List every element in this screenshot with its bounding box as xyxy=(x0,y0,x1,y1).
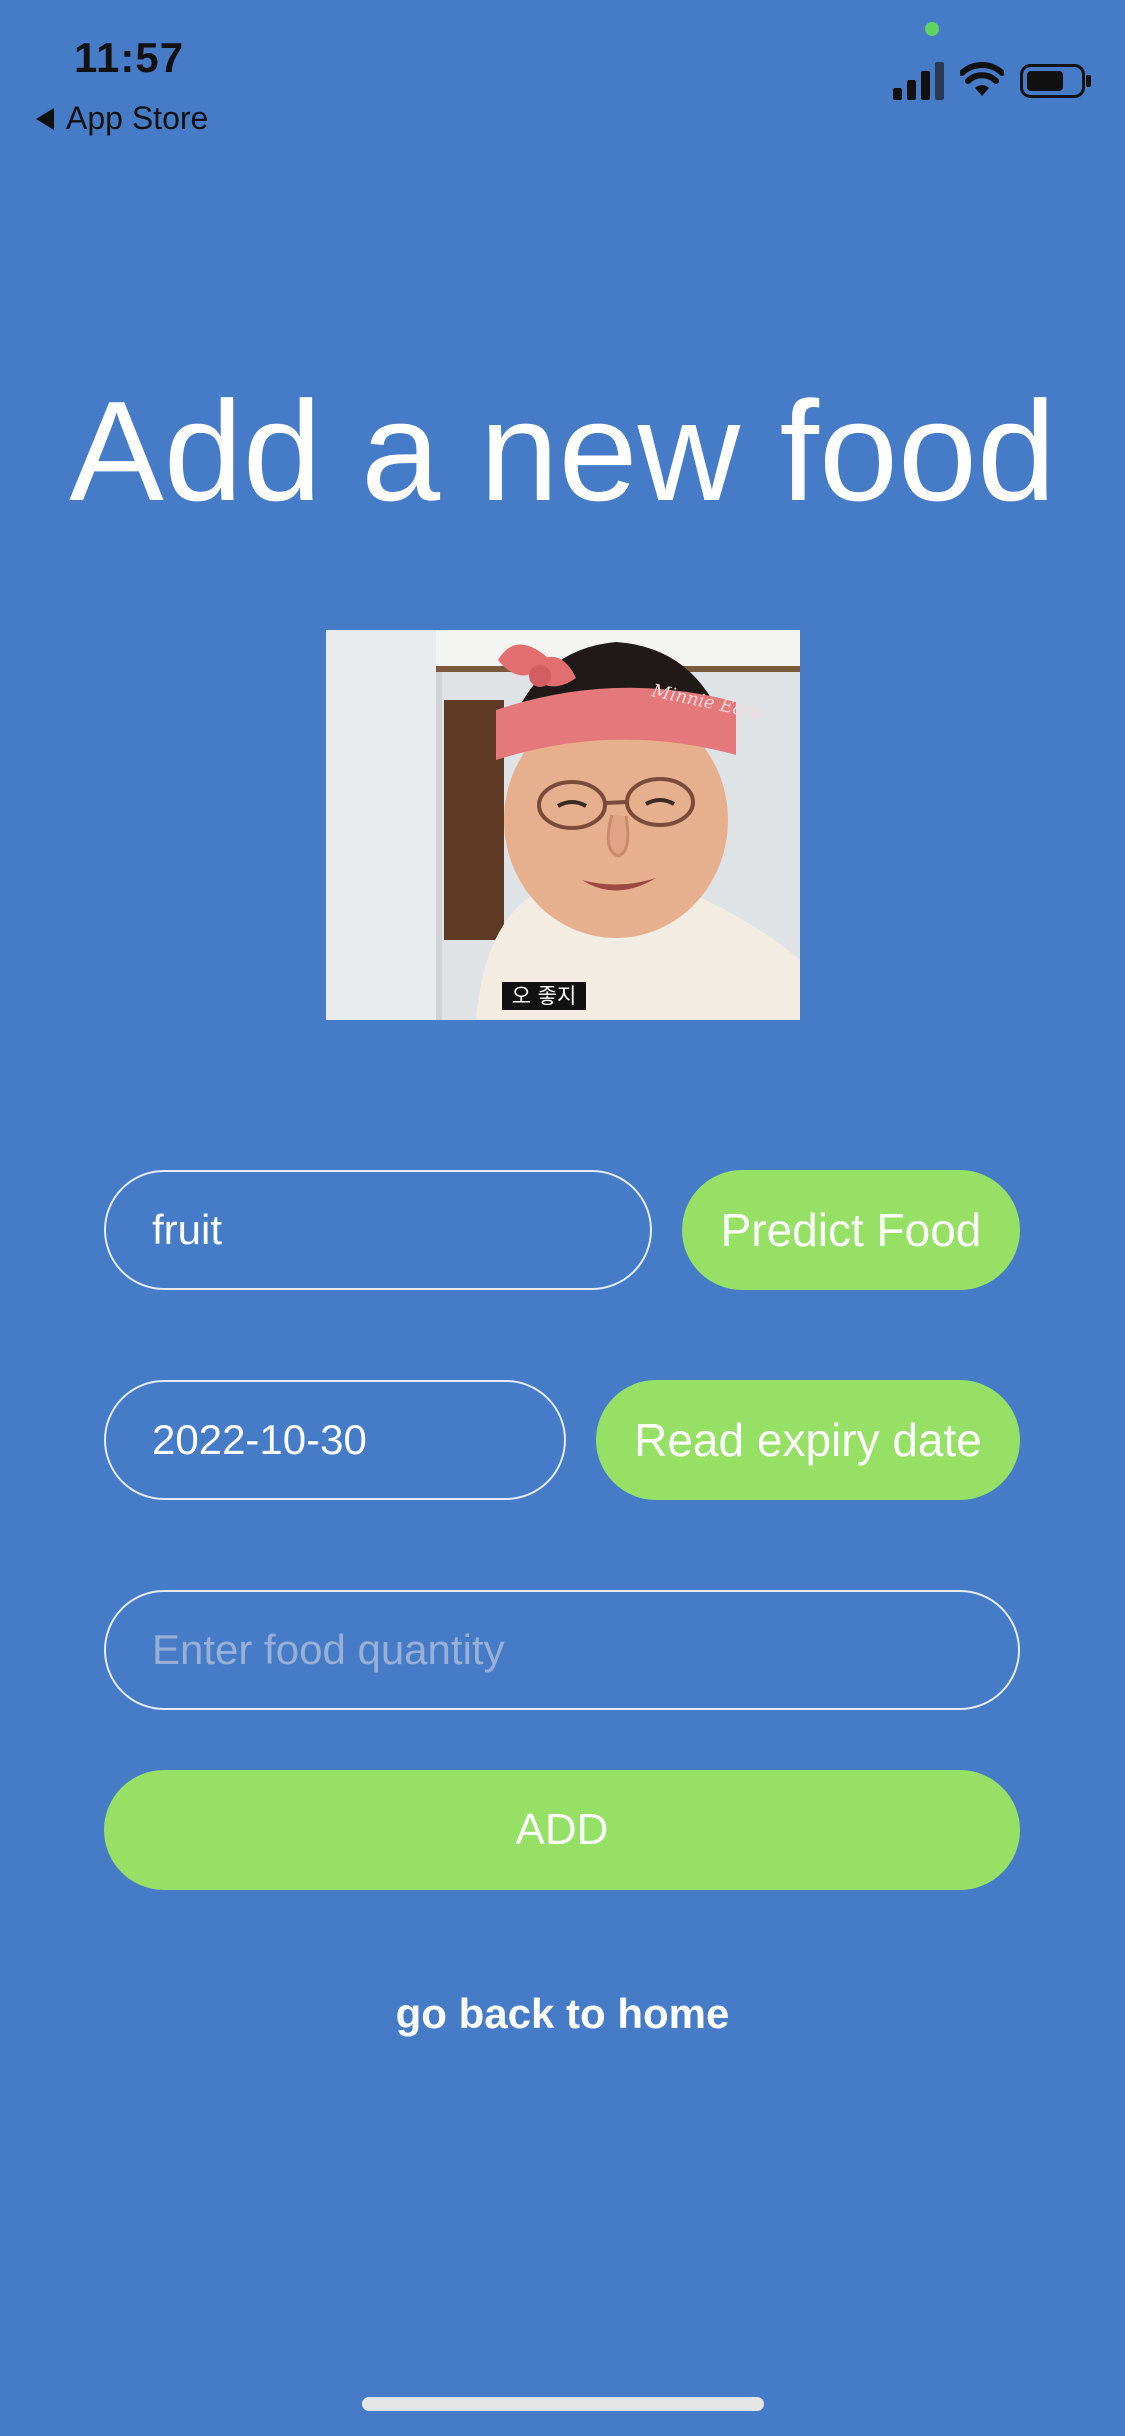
wifi-icon xyxy=(960,62,1004,96)
home-indicator[interactable] xyxy=(362,2397,764,2411)
status-time: 11:57 xyxy=(74,34,185,81)
food-photo: 오 좋지 Minnie Ears xyxy=(326,630,800,1020)
battery-icon xyxy=(1020,64,1091,98)
back-to-app-store[interactable]: App Store xyxy=(36,100,208,137)
photo-subtitle: 오 좋지 xyxy=(512,984,577,1008)
go-back-home-link[interactable]: go back to home xyxy=(0,1990,1125,2038)
read-expiry-date-button[interactable]: Read expiry date xyxy=(596,1380,1020,1500)
back-label: App Store xyxy=(66,100,209,136)
page-title: Add a new food xyxy=(69,372,1056,531)
predict-food-button[interactable]: Predict Food xyxy=(682,1170,1020,1290)
food-quantity-placeholder: Enter food quantity xyxy=(152,1626,505,1673)
food-name-input[interactable]: fruit xyxy=(104,1170,652,1290)
food-name-value: fruit xyxy=(152,1206,223,1253)
expiry-date-input[interactable]: 2022-10-30 xyxy=(104,1380,566,1500)
food-quantity-input[interactable]: Enter food quantity xyxy=(104,1590,1020,1710)
back-triangle-icon xyxy=(36,107,54,130)
signal-icon xyxy=(893,62,944,100)
camera-indicator-dot xyxy=(925,22,939,36)
add-button[interactable]: ADD xyxy=(104,1770,1020,1890)
expiry-date-value: 2022-10-30 xyxy=(152,1416,367,1463)
